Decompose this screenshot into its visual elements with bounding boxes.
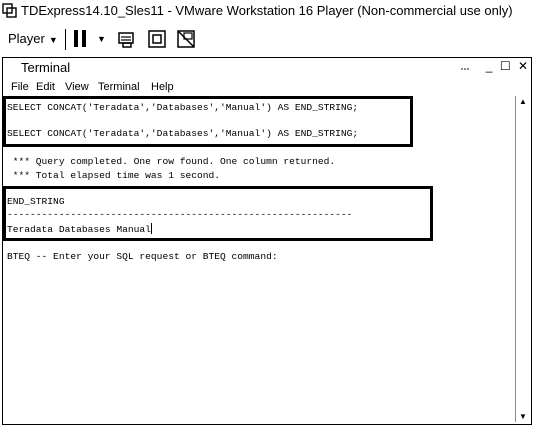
text-cursor [150,223,153,234]
window-title: TDExpress14.10_Sles11 - VMware Workstati… [21,3,513,18]
dots-icon [461,68,469,70]
result-row: Teradata Databases Manual [7,223,153,235]
terminal-title: Terminal [21,60,71,75]
player-menu-label: Player [8,31,45,46]
player-menu-button[interactable]: Player ▼ [8,31,58,46]
terminal-titlebar: Terminal _ ☐ ✕ [3,58,531,78]
query-line-2: SELECT CONCAT('Teradata','Databases','Ma… [7,128,359,139]
toolbar-divider [65,29,66,50]
fullscreen-icon[interactable] [147,28,167,50]
status-line-1: *** Query completed. One row found. One … [7,156,336,167]
terminal-scrollbar[interactable]: ▲ ▼ [515,96,531,422]
column-header: END_STRING [7,196,65,207]
column-separator: ----------------------------------------… [7,209,353,220]
status-line-2: *** Total elapsed time was 1 second. [7,170,221,181]
send-ctrl-alt-del-icon[interactable] [117,28,137,50]
result-value: Teradata Databases Manual [7,224,151,235]
unity-mode-icon[interactable] [176,28,196,50]
scroll-up-icon[interactable]: ▲ [519,97,527,106]
terminal-output[interactable]: SELECT CONCAT('Teradata','Databases','Ma… [3,96,513,424]
close-icon[interactable]: ✕ [518,59,528,73]
app-titlebar: TDExpress14.10_Sles11 - VMware Workstati… [0,0,533,23]
menu-view[interactable]: View [65,81,89,93]
menu-terminal[interactable]: Terminal [98,81,140,93]
query-line-1: SELECT CONCAT('Teradata','Databases','Ma… [7,102,359,113]
pause-icon[interactable] [72,28,90,50]
vmware-toolbar: Player ▼ ▼ [0,23,533,54]
minimize-icon[interactable]: _ [486,59,493,73]
menu-file[interactable]: File [11,81,29,93]
pause-dropdown-icon[interactable]: ▼ [97,34,106,44]
maximize-icon[interactable]: ☐ [500,59,511,73]
terminal-menubar: File Edit View Terminal Help [3,78,531,96]
scroll-down-icon[interactable]: ▼ [519,412,527,421]
menu-help[interactable]: Help [151,81,174,93]
vmware-app-icon [2,3,17,18]
bteq-prompt: BTEQ -- Enter your SQL request or BTEQ c… [7,251,278,262]
chevron-down-icon: ▼ [48,35,58,45]
terminal-window: Terminal _ ☐ ✕ File Edit View Terminal H… [2,57,532,425]
menu-edit[interactable]: Edit [36,81,55,93]
window-controls: _ ☐ ✕ [482,59,528,73]
